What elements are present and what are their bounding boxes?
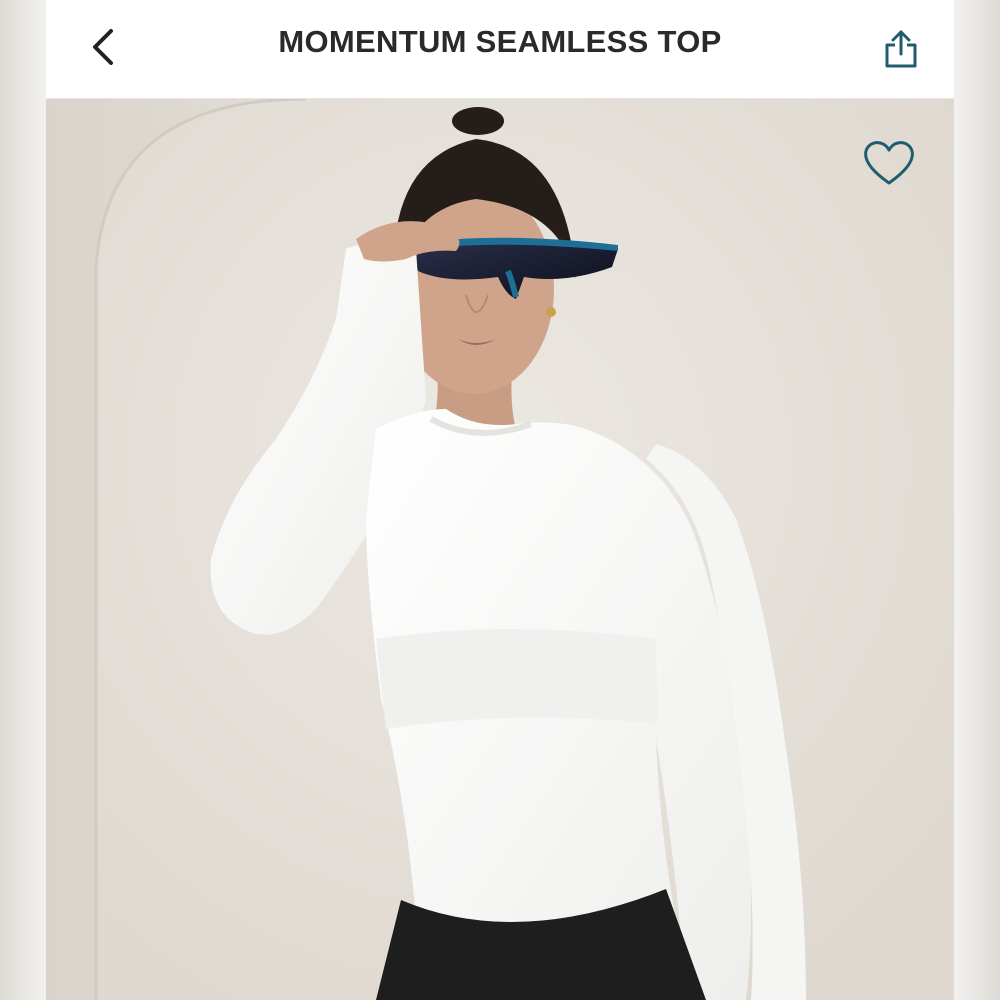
product-image[interactable] [46, 99, 954, 1000]
chevron-left-icon [93, 29, 113, 65]
product-screen: MOMENTUM SEAMLESS TOP [46, 0, 954, 1000]
page-title: MOMENTUM SEAMLESS TOP [278, 24, 722, 59]
top-bar: MOMENTUM SEAMLESS TOP [46, 0, 954, 99]
share-button[interactable] [876, 24, 926, 74]
favorite-button[interactable] [858, 132, 920, 194]
model-photo [46, 99, 954, 1000]
share-icon [885, 30, 917, 68]
back-button[interactable] [78, 22, 128, 72]
heart-outline-icon [864, 141, 914, 185]
